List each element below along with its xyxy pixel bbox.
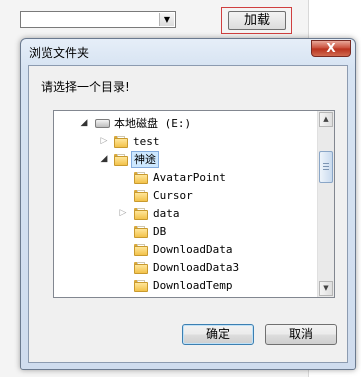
expanded-arrow-icon[interactable]: ◢ (79, 115, 89, 132)
folder-tree[interactable]: ◢ 本地磁盘 (E:) ▷ test ◢ 神途 AvatarPoint Curs… (53, 110, 335, 298)
tree-item-label: DownloadTemp (153, 279, 233, 292)
tree-item-label: DownloadData (153, 243, 233, 256)
tree-item-cursor[interactable]: Cursor (54, 187, 319, 204)
tree-item-downloaddata3[interactable]: DownloadData3 (54, 259, 319, 276)
scroll-down-arrow-icon[interactable]: ▼ (319, 281, 333, 296)
dialog-content: 请选择一个目录! ◢ 本地磁盘 (E:) ▷ test ◢ 神途 AvatarP… (28, 65, 348, 363)
cancel-button[interactable]: 取消 (265, 324, 337, 345)
tree-item-db[interactable]: DB (54, 223, 319, 240)
dialog-titlebar[interactable]: 浏览文件夹 X (21, 39, 355, 65)
tree-item-avatarpoint[interactable]: AvatarPoint (54, 169, 319, 186)
tree-item-label: 神途 (131, 151, 159, 168)
folder-icon (134, 280, 148, 292)
scroll-up-arrow-icon[interactable]: ▲ (319, 112, 333, 127)
tree-item-label: 本地磁盘 (E:) (114, 117, 192, 130)
tree-item-label: test (133, 135, 160, 148)
tree-item-downloaddata[interactable]: DownloadData (54, 241, 319, 258)
ok-button[interactable]: 确定 (182, 324, 254, 345)
collapsed-arrow-icon[interactable]: ▷ (99, 133, 109, 150)
tree-item-label: data (153, 207, 180, 220)
collapsed-arrow-icon[interactable]: ▷ (118, 205, 128, 222)
tree-item-data[interactable]: ▷ data (54, 205, 319, 222)
folder-icon (114, 154, 128, 166)
dropdown-arrow-icon[interactable]: ▼ (159, 13, 174, 26)
tree-drive-row[interactable]: ◢ 本地磁盘 (E:) (54, 115, 319, 132)
tree-item-test[interactable]: ▷ test (54, 133, 319, 150)
folder-icon (134, 190, 148, 202)
dialog-prompt: 请选择一个目录! (41, 80, 130, 94)
folder-icon (134, 226, 148, 238)
folder-icon (134, 172, 148, 184)
tree-item-label: DownloadData3 (153, 261, 240, 274)
folder-icon (134, 262, 148, 274)
expanded-arrow-icon[interactable]: ◢ (99, 151, 109, 168)
tree-scrollbar[interactable]: ▲ ▼ (317, 111, 334, 297)
folder-icon (134, 244, 148, 256)
tree-item-shentu[interactable]: ◢ 神途 (54, 151, 319, 168)
folder-icon (134, 208, 148, 220)
tree-item-downloadtemp[interactable]: DownloadTemp (54, 277, 319, 294)
scrollbar-thumb[interactable] (319, 151, 333, 183)
dialog-title: 浏览文件夹 (29, 46, 90, 60)
folder-icon (114, 136, 128, 148)
tree-item-label: DB (153, 225, 167, 238)
load-button[interactable]: 加载 (228, 11, 286, 30)
background-dropdown[interactable]: ▼ (20, 11, 176, 28)
close-button[interactable]: X (311, 40, 351, 57)
tree-item-label: AvatarPoint (153, 171, 226, 184)
browse-folder-dialog: 浏览文件夹 X 请选择一个目录! ◢ 本地磁盘 (E:) ▷ test ◢ 神途 (20, 38, 356, 370)
hard-drive-icon (95, 119, 110, 128)
tree-item-label: Cursor (153, 189, 193, 202)
